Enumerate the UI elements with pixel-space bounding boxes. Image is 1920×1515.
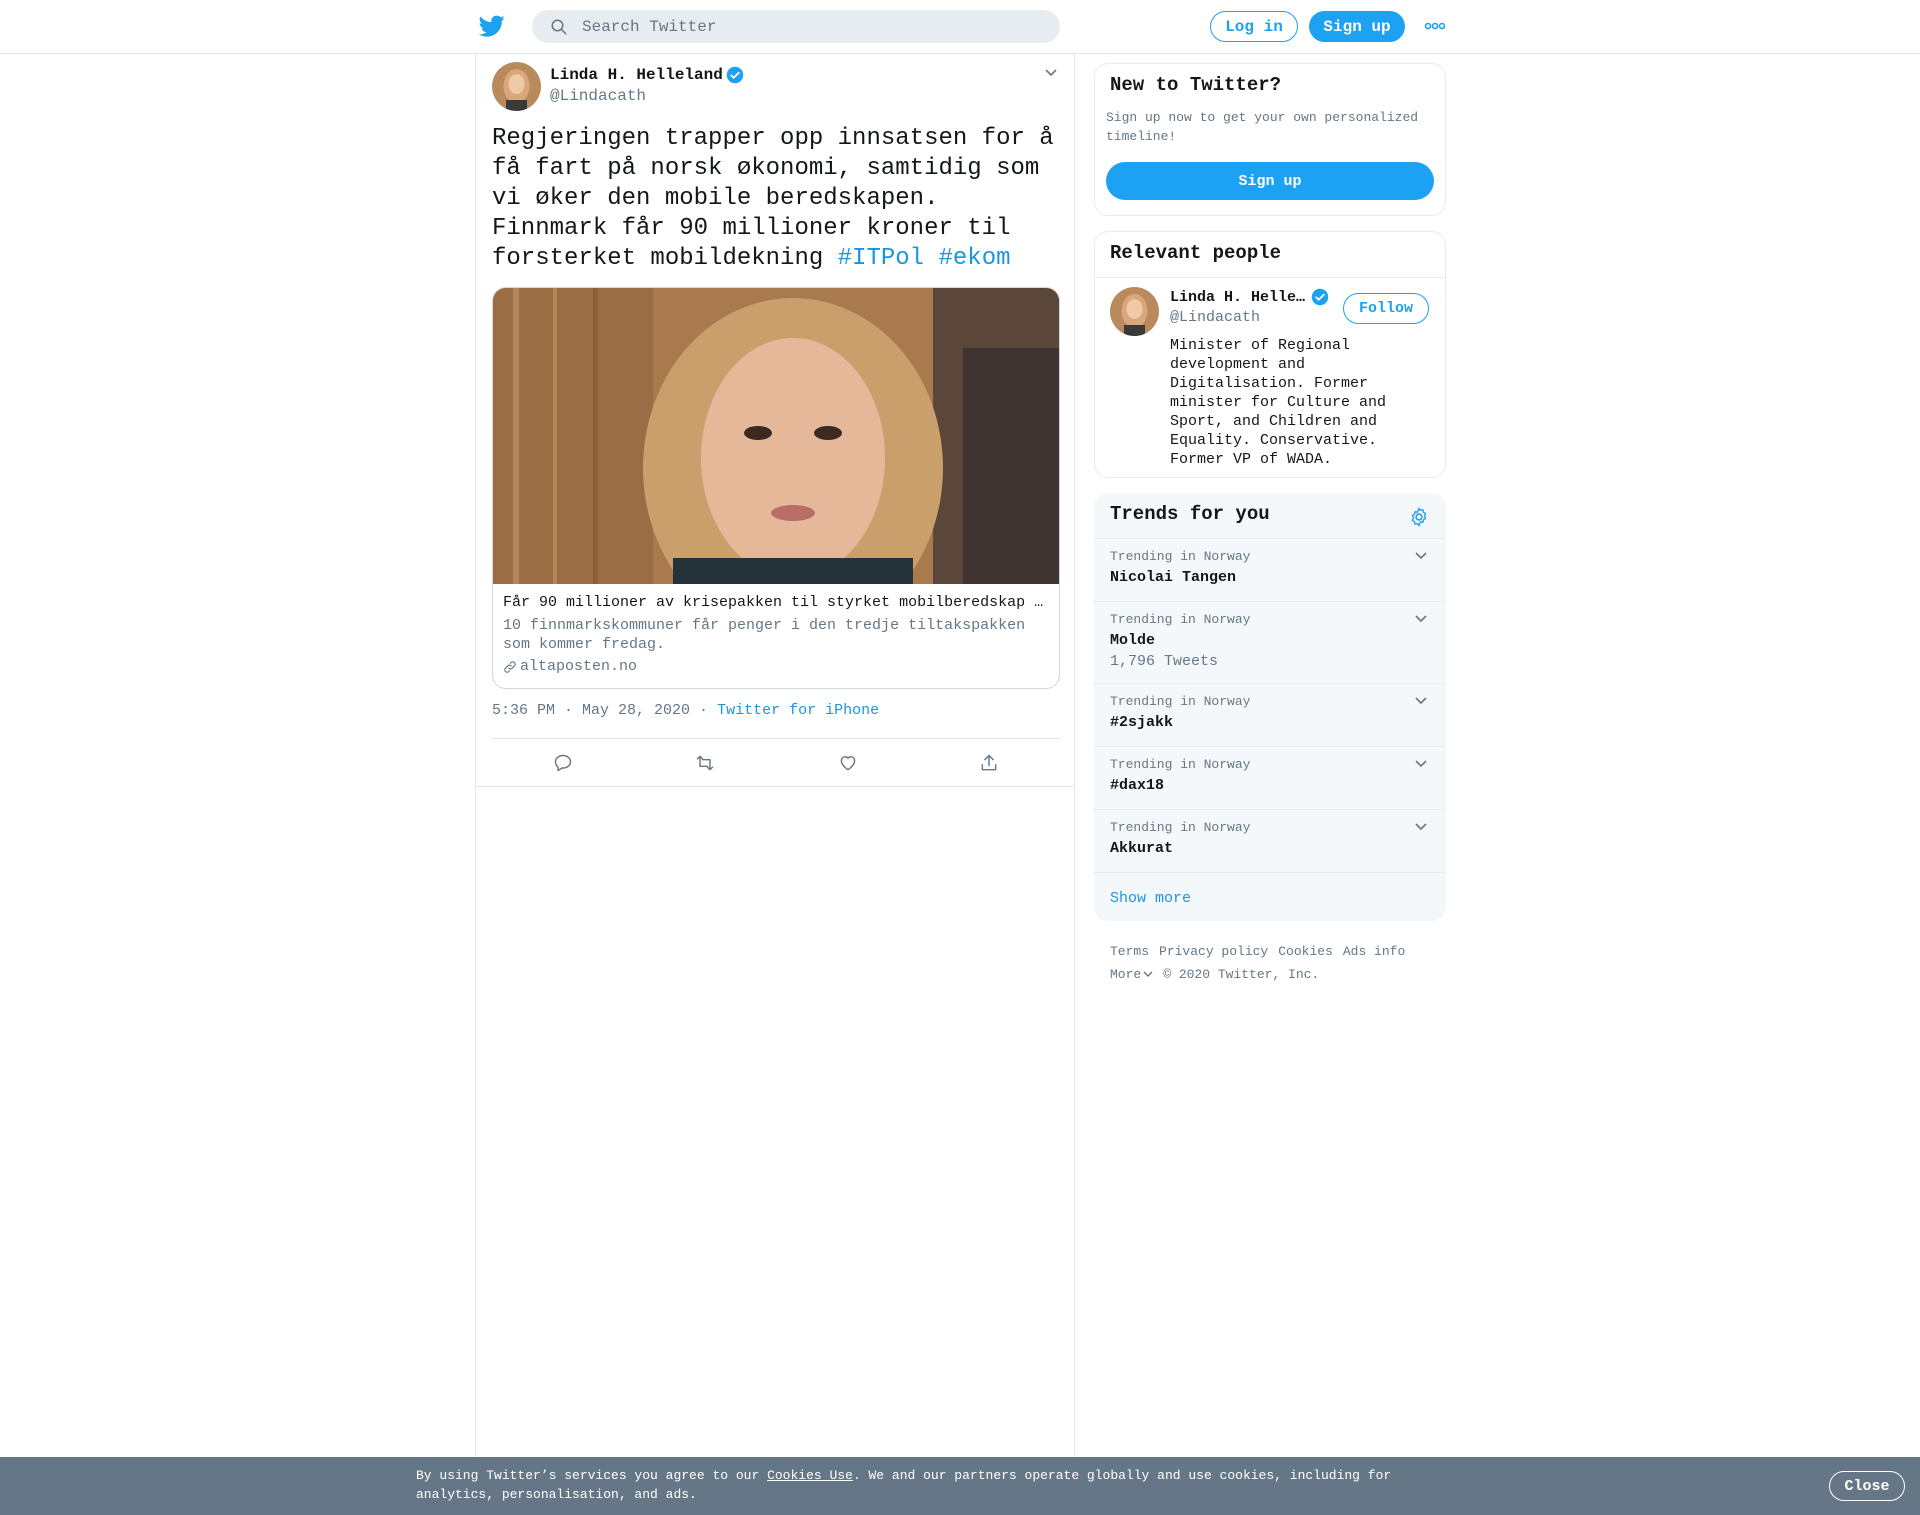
divider [1094,872,1446,873]
chevron-down-icon[interactable] [1414,759,1428,769]
chevron-down-icon[interactable] [1414,614,1428,624]
trend-item[interactable]: Trending in Norway Akkurat [1094,809,1446,872]
tweet-timestamp[interactable]: 5:36 PM · May 28, 2020 [492,702,690,719]
footer-privacy-link[interactable]: Privacy policy [1159,944,1268,959]
reply-icon[interactable] [553,753,573,773]
search-input[interactable]: Search Twitter [582,18,716,36]
footer-copyright: © 2020 Twitter, Inc. [1163,967,1320,982]
footer-terms-link[interactable]: Terms [1110,944,1149,959]
tweet-author-name[interactable]: Linda H. Helleland [550,66,744,84]
chevron-down-icon [1143,971,1153,977]
trend-item[interactable]: Trending in Norway #2sjakk [1094,683,1446,746]
hashtag-itpol[interactable]: #ITPol [838,245,924,272]
signup-button[interactable]: Sign up [1309,11,1405,42]
settings-gear-icon[interactable] [1408,506,1430,528]
new-to-twitter-card: New to Twitter? Sign up now to get your … [1094,63,1446,216]
trend-item[interactable]: Trending in Norway Molde 1,796 Tweets [1094,601,1446,683]
chevron-down-icon[interactable] [1414,696,1428,706]
twitter-bird-icon[interactable] [478,13,506,39]
card-domain[interactable]: altaposten.no [503,658,637,675]
follow-button[interactable]: Follow [1343,293,1429,324]
top-bar: Search Twitter Log in Sign up [0,0,1920,54]
verified-badge-icon [726,66,744,84]
avatar[interactable] [492,62,541,111]
trend-item[interactable]: Trending in Norway #dax18 [1094,746,1446,809]
trends-card: Trends for you Trending in Norway Nicola… [1094,493,1446,921]
show-more-link[interactable]: Show more [1110,890,1191,907]
chevron-down-icon[interactable] [1414,822,1428,832]
login-button[interactable]: Log in [1210,11,1298,42]
tweet-meta: 5:36 PM · May 28, 2020 · Twitter for iPh… [492,702,880,719]
tweet-source[interactable]: Twitter for iPhone [717,702,879,719]
tweet-actions [492,738,1060,786]
link-card[interactable]: Får 90 millioner av krisepakken til styr… [492,287,1060,689]
share-icon[interactable] [979,753,999,773]
cookie-banner: By using Twitter’s services you agree to… [0,1457,1920,1515]
chevron-down-icon[interactable] [1414,551,1428,561]
relevant-people-title: Relevant people [1110,242,1282,264]
card-description: 10 finnmarkskommuner får penger i den tr… [503,617,1026,653]
new-to-twitter-subtitle: Sign up now to get your own personalized… [1106,110,1419,144]
like-icon[interactable] [838,753,858,773]
tweet-column: Linda H. Helleland @Lindacath Regjeringe… [475,54,1075,1458]
tweet-text: Regjeringen trapper opp innsatsen for å … [492,125,1054,272]
search-box[interactable]: Search Twitter [532,10,1060,43]
person-name[interactable]: Linda H. Helle… [1170,288,1329,306]
divider [1095,277,1445,278]
card-image[interactable] [493,288,1059,584]
hashtag-ekom[interactable]: #ekom [938,245,1010,272]
verified-badge-icon [1311,288,1329,306]
footer-more-link[interactable]: More [1110,967,1153,982]
footer-links: Terms Privacy policy Cookies Ads info More ©… [1110,940,1450,986]
trend-item[interactable]: Trending in Norway Nicolai Tangen [1094,538,1446,601]
close-button[interactable]: Close [1829,1471,1905,1501]
avatar[interactable] [1110,287,1159,336]
link-icon [504,660,516,673]
more-dots-icon[interactable] [1424,20,1446,32]
tweet-author-handle[interactable]: @Lindacath [550,87,646,105]
new-to-twitter-title: New to Twitter? [1110,74,1282,96]
sidebar-signup-button[interactable]: Sign up [1106,162,1434,200]
cookie-banner-text: By using Twitter’s services you agree to… [416,1468,1392,1502]
card-title[interactable]: Får 90 millioner av krisepakken til styr… [503,594,1049,611]
search-icon [551,19,567,34]
chevron-down-icon[interactable] [1044,68,1058,78]
cookies-use-link[interactable]: Cookies Use [767,1468,853,1483]
retweet-icon[interactable] [694,753,716,773]
footer-cookies-link[interactable]: Cookies [1278,944,1333,959]
person-handle[interactable]: @Lindacath [1170,309,1260,326]
divider [476,786,1074,787]
relevant-people-card: Relevant people Linda H. Helle… @Lindaca… [1094,231,1446,478]
footer-ads-link[interactable]: Ads info [1343,944,1405,959]
trends-title: Trends for you [1110,503,1270,525]
person-bio: Minister of Regional development and Dig… [1170,337,1387,468]
